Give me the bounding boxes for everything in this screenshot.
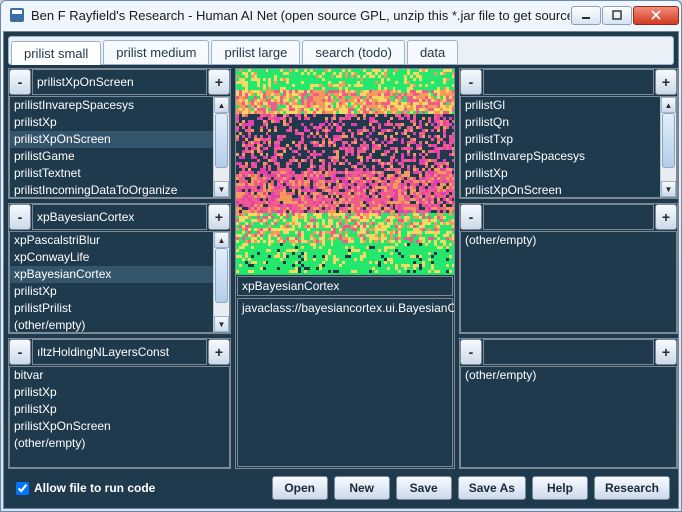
list-item[interactable]: (other/empty) (10, 317, 229, 332)
list-item[interactable]: (other/empty) (10, 435, 229, 452)
list-item[interactable]: xpBayesianCortex (10, 266, 229, 283)
list-item[interactable]: prilistXpOnScreen (10, 131, 229, 148)
panel-left-bot-name-input[interactable] (32, 339, 207, 365)
allow-file-checkbox-group: Allow file to run code (16, 481, 155, 495)
panel-right-top: - + prilistGl prilistQn prilistTxp prili… (459, 68, 678, 199)
list-item[interactable]: prilistGame (10, 148, 229, 165)
scroll-up-icon[interactable]: ▲ (661, 97, 676, 113)
maximize-button[interactable] (602, 6, 632, 25)
panel-left-top-name-input[interactable] (32, 69, 207, 95)
panel-left-top: - + prilistInvarepSpacesys prilistXp pri… (8, 68, 231, 199)
list-item[interactable]: bitvar (10, 367, 229, 384)
save-button[interactable]: Save (396, 476, 452, 500)
viz-classpath-text: javaclass://bayesiancortex.ui.BayesianCo… (237, 298, 453, 467)
close-button[interactable] (633, 6, 679, 25)
panel-left-top-plus-button[interactable]: + (208, 69, 230, 95)
tab-prilist-large[interactable]: prilist large (211, 40, 300, 64)
viz-canvas (236, 69, 454, 275)
tab-bar: prilist small prilist medium prilist lar… (8, 36, 674, 65)
viz-container: xpBayesianCortex javaclass://bayesiancor… (236, 69, 454, 468)
list-item[interactable]: prilistGl (461, 97, 676, 114)
scroll-down-icon[interactable]: ▼ (661, 181, 676, 197)
list-item[interactable]: xpPascalstriBlur (10, 232, 229, 249)
scroll-thumb[interactable] (662, 113, 675, 168)
panel-right-top-name-input[interactable] (483, 69, 654, 95)
list-item[interactable]: prilistXp (10, 283, 229, 300)
list-item[interactable]: prilistInvarepSpacesys (461, 148, 676, 165)
panel-right-bot-plus-button[interactable]: + (655, 339, 677, 365)
panel-left-mid: - + xpPascalstriBlur xpConwayLife xpBaye… (8, 203, 231, 334)
panel-center: xpBayesianCortex javaclass://bayesiancor… (235, 68, 455, 469)
app-window: Ben F Rayfield's Research - Human AI Net… (0, 0, 682, 512)
window-buttons (570, 6, 679, 25)
list-item[interactable]: prilistIncomingDataToOrganize (10, 182, 229, 197)
list-item[interactable]: prilistPrilist (10, 300, 229, 317)
list-item[interactable]: prilistXp (461, 165, 676, 182)
list-item[interactable]: prilistQn (461, 114, 676, 131)
minimize-button[interactable] (571, 6, 601, 25)
panel-left-top-minus-button[interactable]: - (9, 69, 31, 95)
panel-right-top-scrollbar[interactable]: ▲ ▼ (660, 97, 676, 197)
list-item[interactable]: prilistXp (10, 384, 229, 401)
save-as-button[interactable]: Save As (458, 476, 526, 500)
titlebar: Ben F Rayfield's Research - Human AI Net… (1, 1, 681, 29)
panel-left-bot-plus-button[interactable]: + (208, 339, 230, 365)
window-title: Ben F Rayfield's Research - Human AI Net… (31, 8, 570, 23)
panel-right-top-plus-button[interactable]: + (655, 69, 677, 95)
panel-left-mid-minus-button[interactable]: - (9, 204, 31, 230)
panel-right-mid-name-input[interactable] (483, 204, 654, 230)
panel-left-bot-minus-button[interactable]: - (9, 339, 31, 365)
panel-left-mid-scrollbar[interactable]: ▲ ▼ (213, 232, 229, 332)
list-item[interactable]: xpConwayLife (10, 249, 229, 266)
panel-right-mid-plus-button[interactable]: + (655, 204, 677, 230)
bottom-bar: Allow file to run code Open New Save Sav… (8, 472, 674, 504)
tab-data[interactable]: data (407, 40, 458, 64)
panel-right-mid-list[interactable]: (other/empty) (461, 232, 676, 332)
tab-prilist-medium[interactable]: prilist medium (103, 40, 209, 64)
scroll-up-icon[interactable]: ▲ (214, 97, 229, 113)
list-item[interactable]: prilistXpOnScreen (10, 418, 229, 435)
panels-grid: - + prilistInvarepSpacesys prilistXp pri… (8, 68, 674, 469)
panel-right-top-minus-button[interactable]: - (460, 69, 482, 95)
scroll-thumb[interactable] (215, 113, 228, 168)
list-item[interactable]: prilistXp (10, 114, 229, 131)
panel-right-top-list[interactable]: prilistGl prilistQn prilistTxp prilistIn… (461, 97, 676, 197)
panel-right-bot-minus-button[interactable]: - (460, 339, 482, 365)
scroll-down-icon[interactable]: ▼ (214, 316, 229, 332)
panel-right-bot: - + (other/empty) (459, 338, 678, 469)
panel-left-bot-list[interactable]: bitvar prilistXp prilistXp prilistXpOnSc… (10, 367, 229, 467)
app-icon (9, 7, 25, 23)
allow-file-label[interactable]: Allow file to run code (34, 481, 155, 495)
list-item[interactable]: prilistXpOnScreen (461, 182, 676, 197)
list-item[interactable]: prilistTextnet (10, 165, 229, 182)
scroll-down-icon[interactable]: ▼ (214, 181, 229, 197)
list-item[interactable]: (other/empty) (461, 232, 676, 249)
panel-left-top-scrollbar[interactable]: ▲ ▼ (213, 97, 229, 197)
scroll-thumb[interactable] (215, 248, 228, 303)
viz-name-label: xpBayesianCortex (237, 276, 453, 296)
scroll-up-icon[interactable]: ▲ (214, 232, 229, 248)
panel-right-mid-minus-button[interactable]: - (460, 204, 482, 230)
new-button[interactable]: New (334, 476, 390, 500)
panel-right-bot-name-input[interactable] (483, 339, 654, 365)
allow-file-checkbox[interactable] (16, 482, 29, 495)
research-button[interactable]: Research (594, 476, 670, 500)
panel-left-mid-name-input[interactable] (32, 204, 207, 230)
list-item[interactable]: (other/empty) (461, 367, 676, 384)
tab-prilist-small[interactable]: prilist small (11, 41, 101, 65)
panel-left-mid-plus-button[interactable]: + (208, 204, 230, 230)
panel-left-top-list[interactable]: prilistInvarepSpacesys prilistXp prilist… (10, 97, 229, 197)
panel-left-bot: - + bitvar prilistXp prilistXp prilistXp… (8, 338, 231, 469)
list-item[interactable]: prilistTxp (461, 131, 676, 148)
help-button[interactable]: Help (532, 476, 588, 500)
tab-search[interactable]: search (todo) (302, 40, 405, 64)
open-button[interactable]: Open (272, 476, 328, 500)
panel-right-mid: - + (other/empty) (459, 203, 678, 334)
panel-right-bot-list[interactable]: (other/empty) (461, 367, 676, 467)
list-item[interactable]: prilistXp (10, 401, 229, 418)
list-item[interactable]: prilistInvarepSpacesys (10, 97, 229, 114)
client-area: prilist small prilist medium prilist lar… (3, 31, 679, 509)
panel-left-mid-list[interactable]: xpPascalstriBlur xpConwayLife xpBayesian… (10, 232, 229, 332)
